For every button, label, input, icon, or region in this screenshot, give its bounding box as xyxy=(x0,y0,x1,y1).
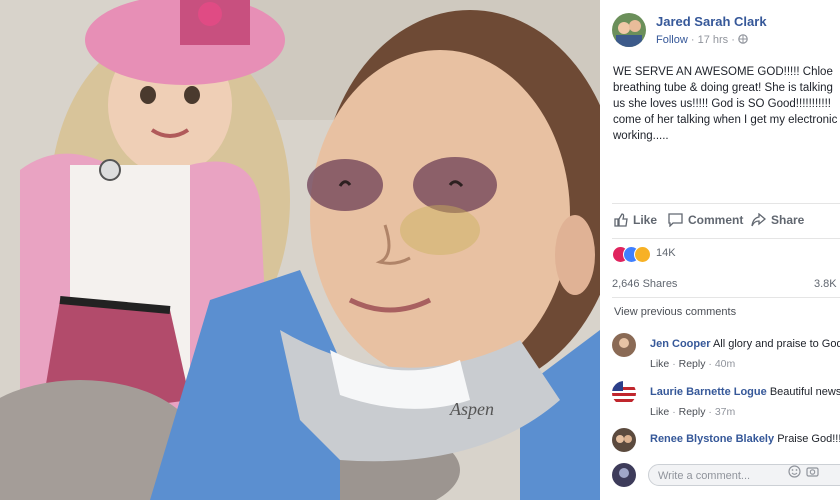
post-text-line: breathing tube & doing great! She is tal… xyxy=(613,82,833,94)
comment-meta: Like · Reply · 37m xyxy=(650,406,736,418)
author-name[interactable]: Jared Sarah Clark xyxy=(656,14,767,29)
post-text-line: come of her talking when I get my electr… xyxy=(613,114,838,126)
avatar[interactable] xyxy=(612,333,636,357)
commenter-name[interactable]: Laurie Barnette Logue xyxy=(650,386,767,398)
reaction-count: 14K xyxy=(656,247,676,259)
post-meta: Follow · 17 hrs · xyxy=(656,34,748,46)
comment-text: Renee Blystone Blakely Praise God!!! xyxy=(650,433,840,445)
view-count: 3.8K xyxy=(814,278,837,290)
commenter-name[interactable]: Jen Cooper xyxy=(650,338,711,350)
post-time[interactable]: 17 hrs xyxy=(698,34,729,46)
comment-text: Laurie Barnette Logue Beautiful news! xyxy=(650,386,840,398)
photo-illustration: Aspen xyxy=(0,0,600,500)
post-text-line: WE SERVE AN AWESOME GOD!!!!! Chloe xyxy=(613,66,833,78)
comment-time[interactable]: 40m xyxy=(715,358,735,370)
comment-item: Laurie Barnette Logue Beautiful news! Li… xyxy=(612,381,840,425)
comment-text: Jen Cooper All glory and praise to God xyxy=(650,338,840,350)
camera-icon[interactable] xyxy=(806,465,819,478)
comment-meta: Like · Reply · 40m xyxy=(650,358,736,370)
globe-icon xyxy=(738,34,748,46)
view-previous-comments[interactable]: View previous comments xyxy=(614,306,736,318)
comment-reply-link[interactable]: Reply xyxy=(679,358,706,370)
action-bar: Like Comment Share xyxy=(612,203,840,239)
avatar[interactable] xyxy=(612,381,636,405)
comment-reply-link[interactable]: Reply xyxy=(679,406,706,418)
share-icon xyxy=(751,212,771,227)
comment-button[interactable]: Comment xyxy=(668,213,743,228)
thumbs-up-icon xyxy=(614,213,633,227)
share-stats: 2,646 Shares 3.8K xyxy=(612,278,840,290)
post-text-line: us she loves us!!!!! God is SO Good!!!!!… xyxy=(613,98,831,110)
share-button[interactable]: Share xyxy=(751,212,804,227)
post-sidebar: Jared Sarah Clark Follow · 17 hrs · WE S… xyxy=(600,0,840,500)
follow-link[interactable]: Follow xyxy=(656,34,688,46)
post-text: WE SERVE AN AWESOME GOD!!!!! Chloe breat… xyxy=(613,64,840,144)
commenter-name[interactable]: Renee Blystone Blakely xyxy=(650,433,774,445)
svg-text:Aspen: Aspen xyxy=(449,399,494,419)
avatar[interactable] xyxy=(612,463,636,487)
divider xyxy=(612,297,840,298)
comment-item: Jen Cooper All glory and praise to God L… xyxy=(612,333,840,377)
like-button[interactable]: Like xyxy=(614,213,657,227)
share-count[interactable]: 2,646 Shares xyxy=(612,278,677,290)
author-avatar[interactable] xyxy=(612,13,646,47)
post-photo[interactable]: Aspen xyxy=(0,0,600,500)
avatar[interactable] xyxy=(612,428,636,452)
wow-reaction-icon xyxy=(634,246,651,263)
comment-like-link[interactable]: Like xyxy=(650,406,669,418)
comment-icon xyxy=(668,213,688,228)
reactions-summary[interactable]: 14K xyxy=(612,244,840,264)
comment-time[interactable]: 37m xyxy=(715,406,735,418)
post-text-line: working..... xyxy=(613,130,669,142)
comment-like-link[interactable]: Like xyxy=(650,358,669,370)
post-header: Jared Sarah Clark Follow · 17 hrs · xyxy=(612,10,840,50)
emoji-icon[interactable] xyxy=(788,465,801,478)
comment-composer: Write a comment... xyxy=(612,460,840,492)
